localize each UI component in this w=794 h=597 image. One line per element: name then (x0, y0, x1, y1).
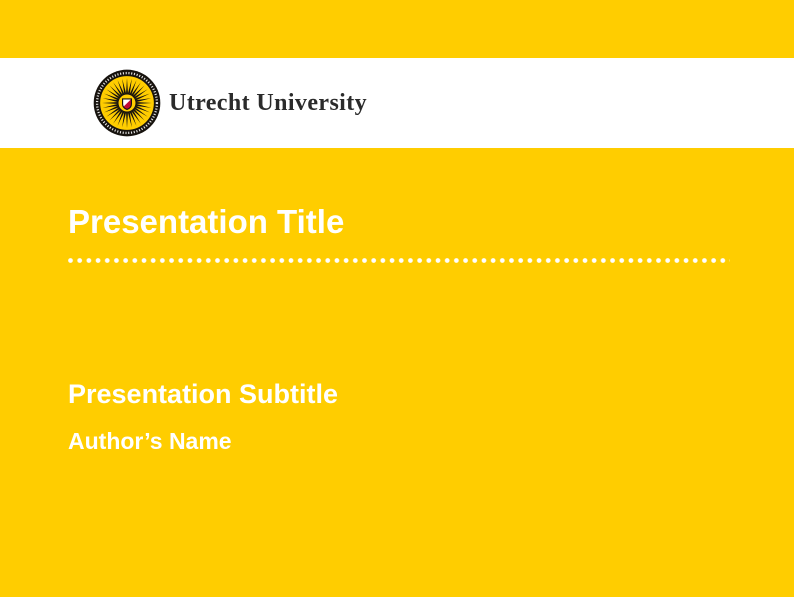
university-wordmark: Utrecht University (169, 90, 367, 117)
dotted-separator (68, 258, 730, 263)
author-name: Author’s Name (68, 426, 232, 456)
top-yellow-band (0, 0, 794, 58)
presentation-subtitle: Presentation Subtitle (68, 377, 338, 411)
presentation-title: Presentation Title (68, 202, 344, 242)
title-slide: Utrecht University Presentation Title Pr… (0, 0, 794, 597)
utrecht-university-seal-icon (93, 69, 161, 137)
logo-band: Utrecht University (0, 58, 794, 148)
